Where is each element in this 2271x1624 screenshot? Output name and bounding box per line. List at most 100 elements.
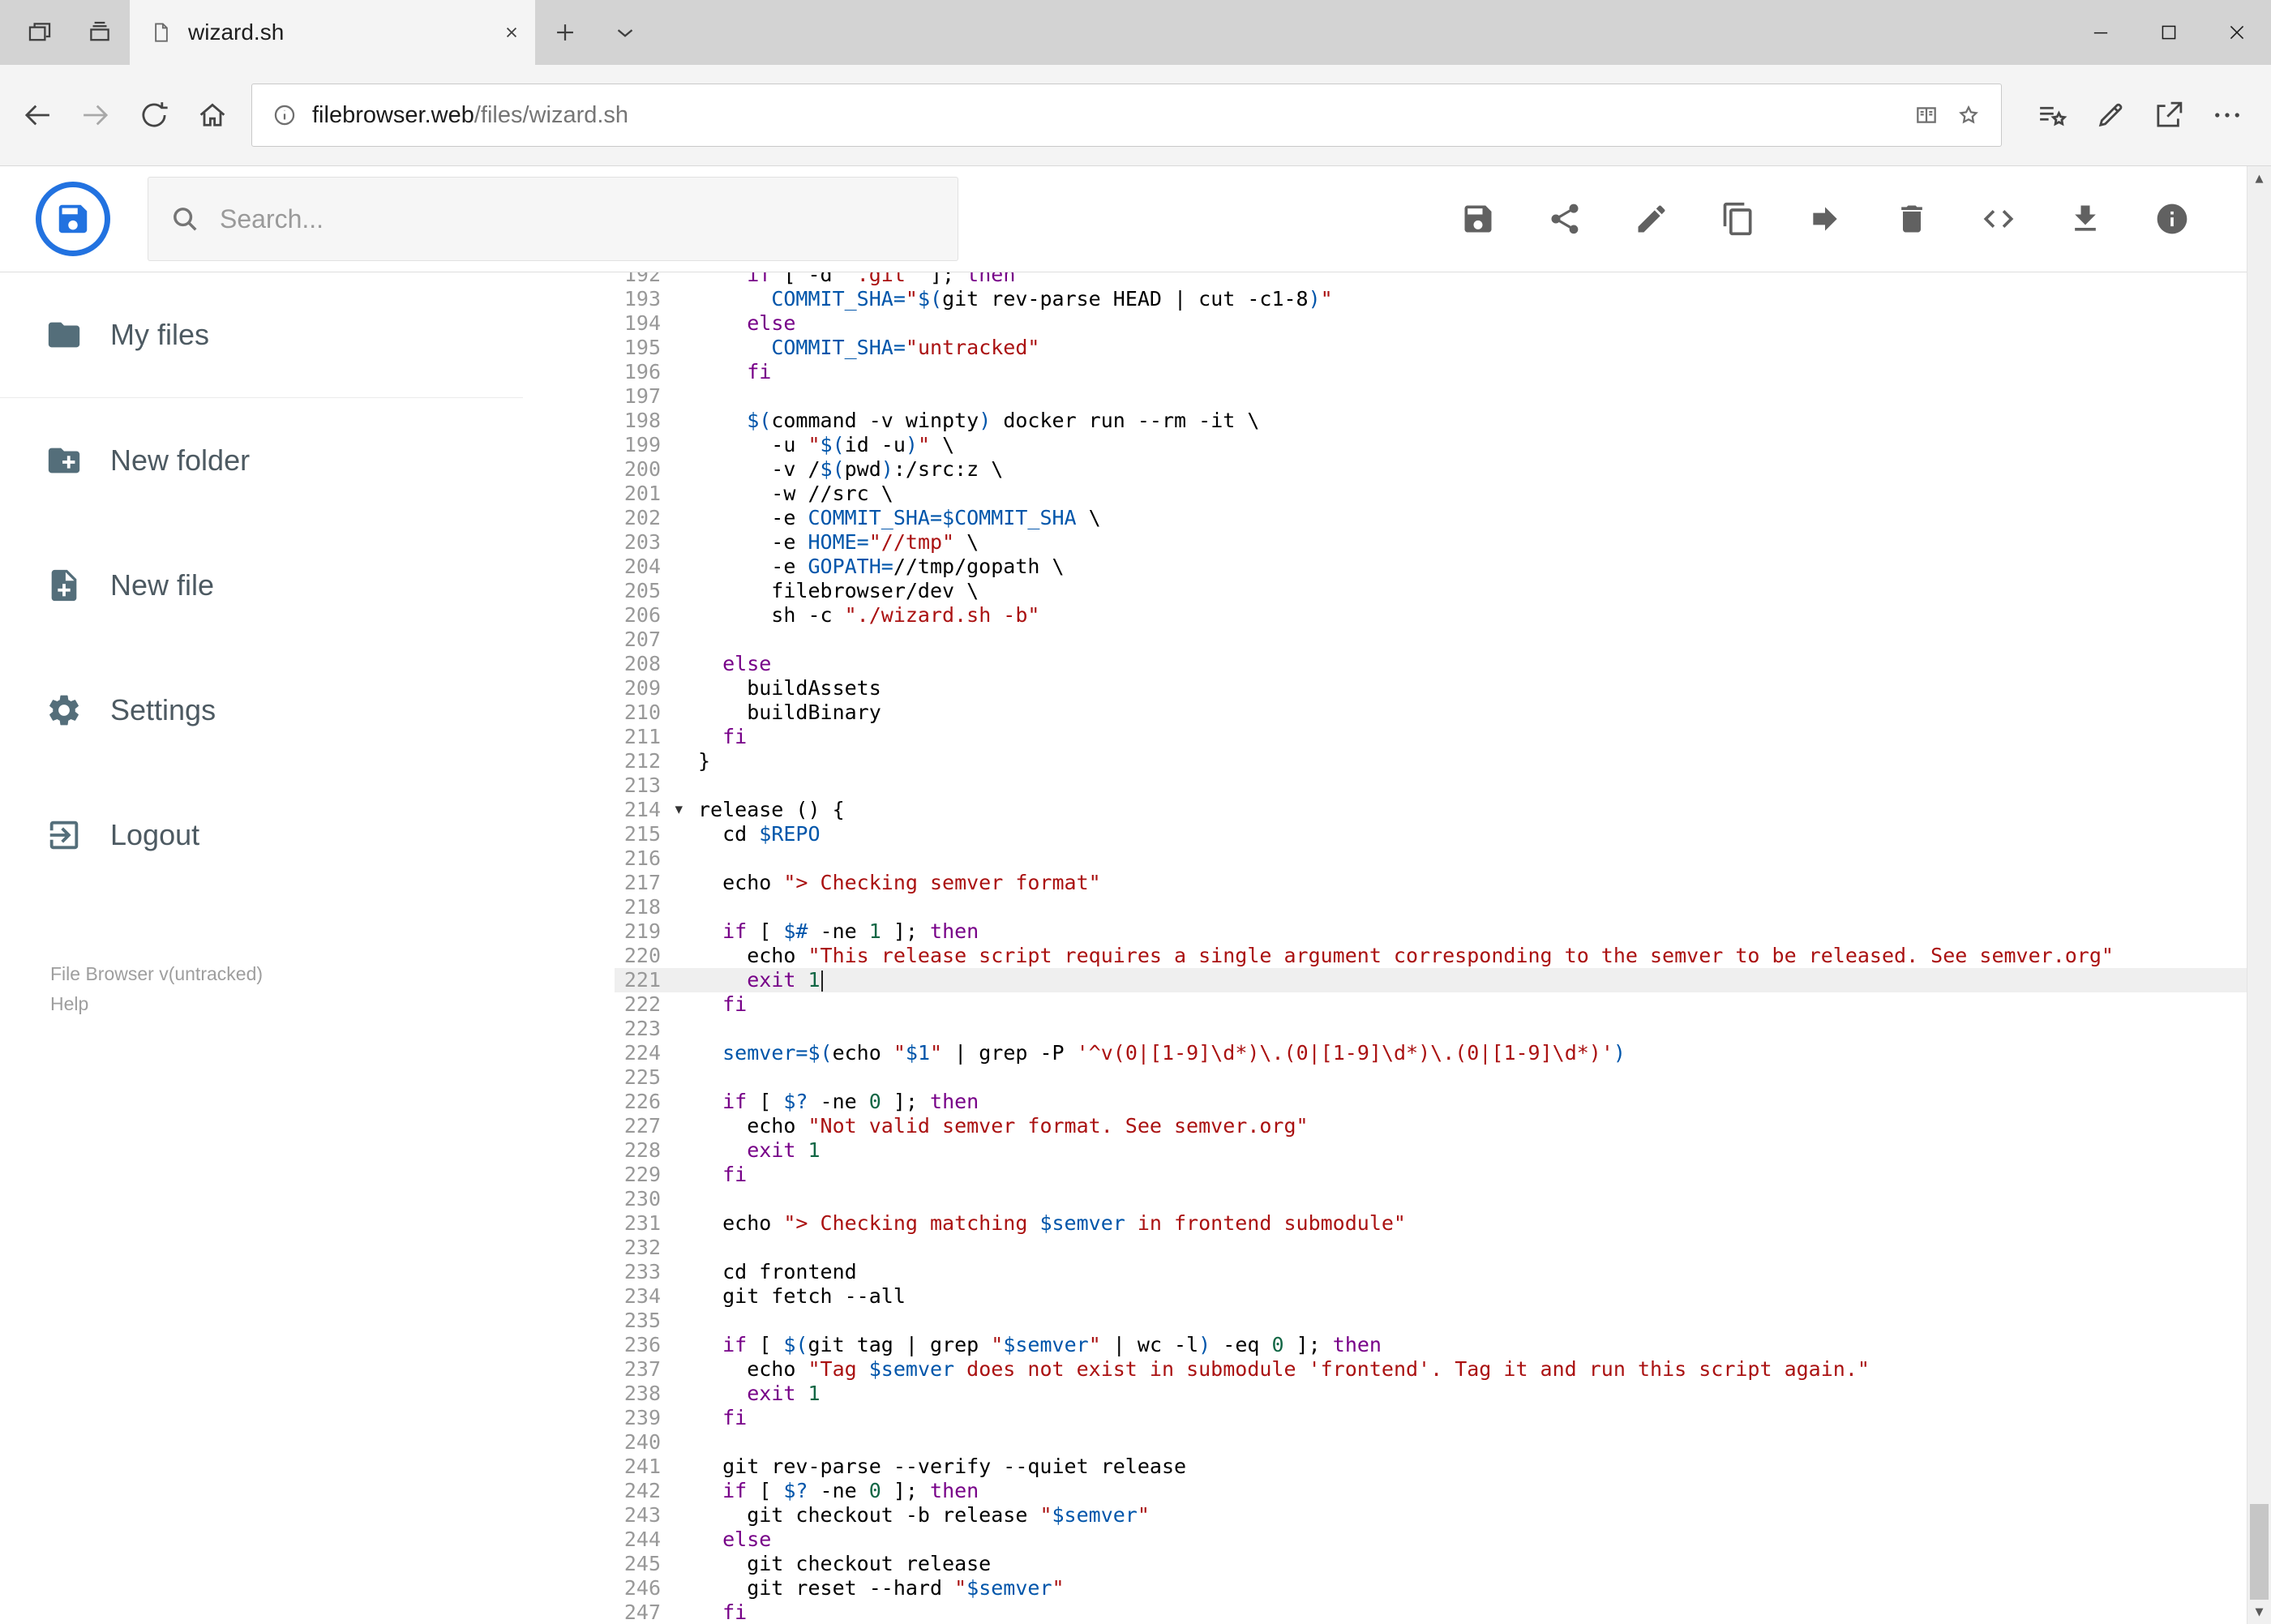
code-line[interactable]: 225 bbox=[615, 1065, 2247, 1090]
save-button[interactable] bbox=[1460, 201, 1496, 237]
code-line[interactable]: 194 else bbox=[615, 311, 2247, 336]
code-line[interactable]: 204 -e GOPATH=//tmp/gopath \ bbox=[615, 555, 2247, 579]
code-line[interactable]: 211 fi bbox=[615, 725, 2247, 749]
tab-close-icon[interactable] bbox=[501, 22, 522, 43]
site-info-icon[interactable] bbox=[264, 102, 306, 128]
address-bar[interactable]: filebrowser.web/files/wizard.sh bbox=[251, 84, 2002, 147]
code-line[interactable]: 230 bbox=[615, 1187, 2247, 1211]
hub-favorites-button[interactable] bbox=[2023, 65, 2081, 165]
add-favorite-star-icon[interactable] bbox=[1947, 102, 1990, 128]
search-box[interactable] bbox=[148, 177, 958, 261]
raw-code-button[interactable] bbox=[1981, 201, 2016, 237]
scroll-up-arrow[interactable]: ▲ bbox=[2247, 166, 2271, 191]
code-line[interactable]: 192 if [ -d ".git" ]; then bbox=[615, 272, 2247, 287]
code-line[interactable]: 247 fi bbox=[615, 1600, 2247, 1624]
tabs-preview-button[interactable] bbox=[70, 0, 130, 65]
code-line[interactable]: 213 bbox=[615, 773, 2247, 798]
code-line[interactable]: 231 echo "> Checking matching $semver in… bbox=[615, 1211, 2247, 1236]
home-button[interactable] bbox=[183, 65, 242, 165]
code-line[interactable]: 193 COMMIT_SHA="$(git rev-parse HEAD | c… bbox=[615, 287, 2247, 311]
code-line[interactable]: 199 -u "$(id -u)" \ bbox=[615, 433, 2247, 457]
code-line[interactable]: 210 buildBinary bbox=[615, 701, 2247, 725]
code-line[interactable]: 228 exit 1 bbox=[615, 1138, 2247, 1163]
close-button[interactable] bbox=[2203, 0, 2271, 65]
code-line[interactable]: 222 fi bbox=[615, 992, 2247, 1017]
code-line[interactable]: 226 if [ $? -ne 0 ]; then bbox=[615, 1090, 2247, 1114]
move-button[interactable] bbox=[1807, 201, 1843, 237]
code-line[interactable]: 227 echo "Not valid semver format. See s… bbox=[615, 1114, 2247, 1138]
code-line[interactable]: 215 cd $REPO bbox=[615, 822, 2247, 846]
more-menu-button[interactable] bbox=[2198, 65, 2256, 165]
code-line[interactable]: 237 echo "Tag $semver does not exist in … bbox=[615, 1357, 2247, 1382]
page-scrollbar[interactable]: ▲ ▼ bbox=[2247, 166, 2271, 1624]
rename-button[interactable] bbox=[1634, 201, 1669, 237]
code-line[interactable]: 234 git fetch --all bbox=[615, 1284, 2247, 1309]
sidebar-item-settings[interactable]: Settings bbox=[0, 648, 523, 773]
download-button[interactable] bbox=[2067, 201, 2103, 237]
delete-button[interactable] bbox=[1894, 201, 1930, 237]
code-line[interactable]: 246 git reset --hard "$semver" bbox=[615, 1576, 2247, 1600]
code-line[interactable]: 216 bbox=[615, 846, 2247, 871]
filebrowser-logo[interactable] bbox=[36, 182, 110, 256]
code-line[interactable]: 240 bbox=[615, 1430, 2247, 1455]
code-line[interactable]: 244 else bbox=[615, 1528, 2247, 1552]
scroll-down-arrow[interactable]: ▼ bbox=[2247, 1600, 2271, 1624]
code-line[interactable]: 208 else bbox=[615, 652, 2247, 676]
code-line[interactable]: 202 -e COMMIT_SHA=$COMMIT_SHA \ bbox=[615, 506, 2247, 530]
help-link[interactable]: Help bbox=[50, 989, 523, 1019]
code-line[interactable]: 243 git checkout -b release "$semver" bbox=[615, 1503, 2247, 1528]
fold-marker-icon[interactable]: ▾ bbox=[675, 797, 683, 821]
forward-button[interactable] bbox=[66, 65, 125, 165]
code-line[interactable]: 214 ▾ release () { bbox=[615, 798, 2247, 822]
code-line[interactable]: 220 echo "This release script requires a… bbox=[615, 944, 2247, 968]
code-line[interactable]: 209 buildAssets bbox=[615, 676, 2247, 701]
code-line[interactable]: 207 bbox=[615, 628, 2247, 652]
code-line[interactable]: 197 bbox=[615, 384, 2247, 409]
code-line[interactable]: 236 if [ $(git tag | grep "$semver" | wc… bbox=[615, 1333, 2247, 1357]
code-line[interactable]: 223 bbox=[615, 1017, 2247, 1041]
code-line[interactable]: 241 git rev-parse --verify --quiet relea… bbox=[615, 1455, 2247, 1479]
scrollbar-thumb[interactable] bbox=[2250, 1504, 2269, 1600]
code-line[interactable]: 229 fi bbox=[615, 1163, 2247, 1187]
code-editor[interactable]: 192 if [ -d ".git" ]; then 193 COMMIT_SHA… bbox=[615, 272, 2247, 1624]
code-line[interactable]: 198 $(command -v winpty) docker run --rm… bbox=[615, 409, 2247, 433]
share-button[interactable] bbox=[2140, 65, 2198, 165]
maximize-button[interactable] bbox=[2135, 0, 2203, 65]
sidebar-item-new-file[interactable]: New file bbox=[0, 523, 523, 648]
code-line[interactable]: 238 exit 1 bbox=[615, 1382, 2247, 1406]
code-line[interactable]: 232 bbox=[615, 1236, 2247, 1260]
code-line[interactable]: 195 COMMIT_SHA="untracked" bbox=[615, 336, 2247, 360]
code-line[interactable]: 200 -v /$(pwd):/src:z \ bbox=[615, 457, 2247, 482]
set-tabs-aside-button[interactable] bbox=[10, 0, 70, 65]
share-file-button[interactable] bbox=[1547, 201, 1583, 237]
code-line[interactable]: 235 bbox=[615, 1309, 2247, 1333]
sidebar-item-logout[interactable]: Logout bbox=[0, 773, 523, 898]
back-button[interactable] bbox=[8, 65, 66, 165]
code-line[interactable]: 218 bbox=[615, 895, 2247, 919]
code-line[interactable]: 203 -e HOME="//tmp" \ bbox=[615, 530, 2247, 555]
code-line[interactable]: 245 git checkout release bbox=[615, 1552, 2247, 1576]
browser-tab[interactable]: wizard.sh bbox=[130, 0, 535, 65]
code-line[interactable]: 217 echo "> Checking semver format" bbox=[615, 871, 2247, 895]
reading-view-icon[interactable] bbox=[1905, 102, 1947, 128]
code-line[interactable]: 219 if [ $# -ne 1 ]; then bbox=[615, 919, 2247, 944]
code-line[interactable]: 233 cd frontend bbox=[615, 1260, 2247, 1284]
code-line[interactable]: 239 fi bbox=[615, 1406, 2247, 1430]
info-button[interactable] bbox=[2154, 201, 2190, 237]
web-note-button[interactable] bbox=[2081, 65, 2140, 165]
code-line[interactable]: 205 filebrowser/dev \ bbox=[615, 579, 2247, 603]
sidebar-item-my-files[interactable]: My files bbox=[0, 272, 523, 397]
search-input[interactable] bbox=[218, 203, 936, 235]
code-line[interactable]: 196 fi bbox=[615, 360, 2247, 384]
code-line[interactable]: 206 sh -c "./wizard.sh -b" bbox=[615, 603, 2247, 628]
sidebar-item-new-folder[interactable]: New folder bbox=[0, 398, 523, 523]
new-tab-button[interactable] bbox=[535, 0, 595, 65]
code-line[interactable]: 224 semver=$(echo "$1" | grep -P '^v(0|[… bbox=[615, 1041, 2247, 1065]
tab-preview-chevron-button[interactable] bbox=[595, 0, 655, 65]
code-line[interactable]: 242 if [ $? -ne 0 ]; then bbox=[615, 1479, 2247, 1503]
code-line[interactable]: 201 -w //src \ bbox=[615, 482, 2247, 506]
refresh-button[interactable] bbox=[125, 65, 183, 165]
copy-button[interactable] bbox=[1720, 201, 1756, 237]
code-line[interactable]: 221 exit 1 bbox=[615, 968, 2247, 992]
code-line[interactable]: 212} bbox=[615, 749, 2247, 773]
